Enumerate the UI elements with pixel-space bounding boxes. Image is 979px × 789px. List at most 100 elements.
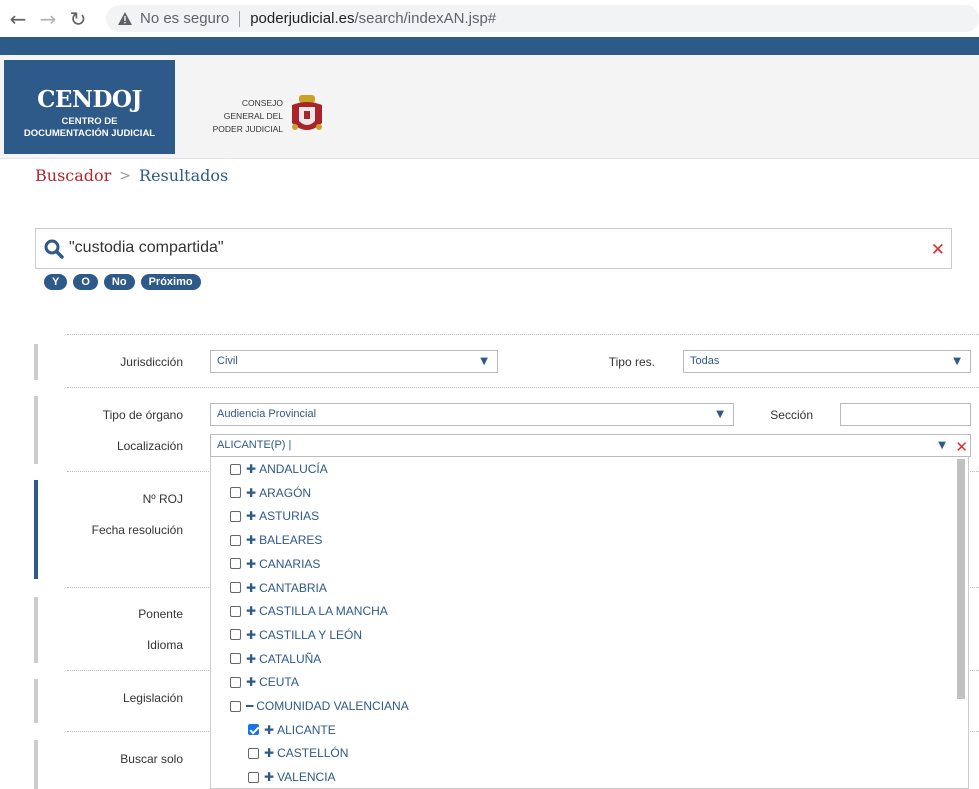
tree-item[interactable]: ━ COMUNIDAD VALENCIANA: [230, 697, 409, 715]
tree-item-label[interactable]: CASTILLA Y LEÓN: [259, 628, 362, 642]
tree-item[interactable]: ✚ CANTABRIA: [230, 579, 327, 597]
tree-item-label[interactable]: CANARIAS: [259, 557, 320, 571]
tipo-organo-select[interactable]: Audiencia Provincial ▼: [210, 403, 734, 426]
expand-icon[interactable]: ✚: [264, 770, 274, 784]
tree-checkbox[interactable]: [230, 558, 241, 570]
tree-checkbox[interactable]: [230, 534, 241, 546]
tree-item[interactable]: ✚ CANARIAS: [230, 555, 320, 573]
tree-checkbox[interactable]: [230, 629, 241, 641]
tree-item-label[interactable]: CANTABRIA: [259, 581, 327, 595]
url-host: poderjudicial.es: [250, 10, 355, 27]
expand-icon[interactable]: ✚: [264, 746, 274, 760]
tree-item[interactable]: ✚ ALICANTE: [248, 721, 336, 739]
tree-item[interactable]: ✚ VALENCIA: [248, 768, 336, 786]
tree-checkbox[interactable]: [230, 700, 241, 712]
boolean-operators: Y O No Próximo: [44, 274, 201, 290]
expand-icon[interactable]: ✚: [246, 628, 256, 642]
expand-icon[interactable]: ✚: [246, 486, 256, 500]
forward-arrow-icon[interactable]: →: [36, 7, 60, 31]
breadcrumb-separator: >: [119, 167, 132, 184]
section-marker: [34, 396, 38, 464]
jurisdiccion-value: Civil: [217, 355, 238, 367]
expand-icon[interactable]: ✚: [246, 462, 256, 476]
localizacion-select[interactable]: ALICANTE(P) | ▼ ✕: [210, 434, 971, 457]
tree-item[interactable]: ✚ ASTURIAS: [230, 507, 319, 525]
tree-checkbox[interactable]: [230, 605, 241, 617]
tree-item-label[interactable]: CATALUÑA: [259, 652, 321, 666]
chevron-down-icon[interactable]: ▼: [480, 351, 488, 372]
tree-item[interactable]: ✚ CEUTA: [230, 673, 299, 691]
tree-item-label[interactable]: CASTILLA LA MANCHA: [259, 604, 388, 618]
cgpj-line-3: PODER JUDICIAL: [212, 124, 283, 134]
expand-icon[interactable]: ✚: [246, 581, 256, 595]
cgpj-line-1: CONSEJO: [241, 98, 283, 108]
clear-search-icon[interactable]: ✕: [931, 240, 945, 260]
breadcrumb: Buscador > Resultados: [35, 166, 228, 185]
fecha-resolucion-label: Fecha resolución: [91, 523, 183, 537]
expand-icon[interactable]: ✚: [246, 509, 256, 523]
tree-item[interactable]: ✚ CASTELLÓN: [248, 744, 348, 762]
localizacion-value[interactable]: ALICANTE(P) |: [217, 439, 291, 451]
expand-icon[interactable]: ✚: [264, 723, 274, 737]
expand-icon[interactable]: ✚: [246, 533, 256, 547]
tree-item[interactable]: ✚ CATALUÑA: [230, 650, 321, 668]
expand-icon[interactable]: ✚: [246, 652, 256, 666]
dropdown-scrollbar[interactable]: [957, 459, 965, 699]
search-query[interactable]: "custodia compartida": [69, 239, 224, 257]
reload-icon[interactable]: ↻: [66, 7, 90, 31]
tipo-res-label: Tipo res.: [608, 355, 655, 369]
tree-item-label[interactable]: ALICANTE: [277, 723, 336, 737]
localizacion-tree-dropdown[interactable]: ✚ ANDALUCÍA ✚ ARAGÓN ✚ ASTURIAS ✚ BALEARES ✚ CANA…: [210, 457, 969, 789]
tree-item[interactable]: ✚ CASTILLA Y LEÓN: [230, 626, 362, 644]
cendoj-logo[interactable]: CENDOJ CENTRO DE DOCUMENTACIÓN JUDICIAL: [4, 60, 175, 154]
section-marker: [34, 679, 38, 723]
tree-item-label[interactable]: CASTELLÓN: [277, 746, 348, 760]
operator-y-button[interactable]: Y: [44, 274, 68, 290]
breadcrumb-buscador[interactable]: Buscador: [35, 166, 111, 185]
chevron-down-icon[interactable]: ▼: [953, 351, 961, 372]
tree-checkbox[interactable]: [230, 582, 241, 593]
tree-checkbox[interactable]: [230, 510, 241, 522]
tree-item[interactable]: ✚ CASTILLA LA MANCHA: [230, 602, 388, 620]
seccion-input[interactable]: [840, 403, 971, 426]
section-marker: [34, 740, 38, 789]
tree-checkbox[interactable]: [230, 463, 241, 475]
tree-item-label[interactable]: BALEARES: [259, 533, 322, 547]
tree-checkbox[interactable]: [230, 676, 241, 688]
tree-item-label[interactable]: ANDALUCÍA: [259, 462, 328, 476]
logo-subtitle-1: CENTRO DE: [61, 116, 118, 127]
search-icon[interactable]: [44, 239, 64, 259]
jurisdiccion-label: Jurisdicción: [120, 355, 183, 369]
tree-checkbox[interactable]: [248, 771, 259, 783]
search-input[interactable]: "custodia compartida" ✕: [35, 228, 952, 269]
buscar-solo-label: Buscar solo: [120, 752, 183, 766]
tree-item-label[interactable]: VALENCIA: [277, 770, 335, 784]
tree-item[interactable]: ✚ ARAGÓN: [230, 484, 311, 502]
address-bar[interactable]: No es seguro poderjudicial.es /search/in…: [106, 5, 979, 32]
coat-of-arms-icon: [292, 95, 322, 130]
expand-icon[interactable]: ✚: [246, 557, 256, 571]
operator-no-button[interactable]: No: [103, 274, 135, 290]
operator-o-button[interactable]: O: [73, 274, 98, 290]
tree-checkbox[interactable]: [230, 653, 241, 665]
collapse-icon[interactable]: ━: [246, 699, 253, 713]
tipo-res-select[interactable]: Todas ▼: [683, 350, 971, 373]
jurisdiccion-select[interactable]: Civil ▼: [210, 350, 498, 373]
tree-checkbox[interactable]: [248, 724, 259, 736]
tree-item[interactable]: ✚ BALEARES: [230, 531, 322, 549]
tree-item[interactable]: ✚ ANDALUCÍA: [230, 460, 328, 478]
tree-item-label[interactable]: ARAGÓN: [259, 486, 311, 500]
chevron-down-icon[interactable]: ▼: [938, 435, 946, 456]
back-arrow-icon[interactable]: ←: [6, 7, 30, 31]
cgpj-line-2: GENERAL DEL: [223, 111, 283, 121]
operator-proximo-button[interactable]: Próximo: [140, 274, 201, 290]
tree-checkbox[interactable]: [248, 747, 259, 759]
tree-item-label[interactable]: ASTURIAS: [259, 509, 319, 523]
tree-item-label[interactable]: COMUNIDAD VALENCIANA: [256, 699, 408, 713]
clear-localizacion-icon[interactable]: ✕: [955, 437, 968, 458]
expand-icon[interactable]: ✚: [246, 675, 256, 689]
expand-icon[interactable]: ✚: [246, 604, 256, 618]
tree-checkbox[interactable]: [230, 487, 241, 499]
tree-item-label[interactable]: CEUTA: [259, 675, 299, 689]
chevron-down-icon[interactable]: ▼: [716, 404, 724, 425]
